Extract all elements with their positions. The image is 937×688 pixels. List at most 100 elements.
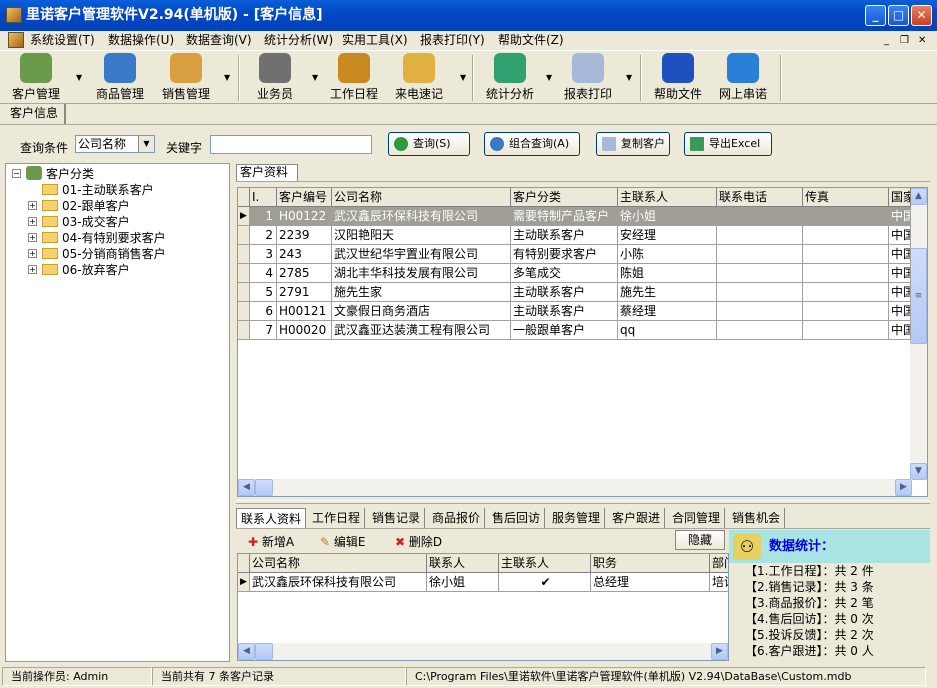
- column-header[interactable]: 公司名称: [250, 554, 427, 573]
- detail-tab[interactable]: 工作日程: [308, 508, 366, 528]
- toolbar-button-help[interactable]: 帮助文件: [650, 53, 706, 103]
- detail-tab[interactable]: 销售记录: [368, 508, 426, 528]
- detail-tab[interactable]: 客户跟进: [608, 508, 666, 528]
- tree-item[interactable]: +06-放弃客户: [28, 262, 130, 278]
- toolbar-button-cabinet[interactable]: 商品管理: [92, 53, 148, 103]
- mdi-restore-button[interactable]: ❐: [900, 31, 909, 50]
- expand-icon[interactable]: +: [28, 233, 37, 242]
- column-header[interactable]: 客户分类: [511, 188, 618, 207]
- toolbar-button-piechart[interactable]: 统计分析: [482, 53, 538, 103]
- column-header[interactable]: I.: [250, 188, 277, 207]
- combo-query-button[interactable]: 组合查询(A): [484, 132, 580, 156]
- hscroll-thumb[interactable]: [255, 479, 273, 496]
- tab-customer-data[interactable]: 客户资料: [236, 164, 298, 181]
- splitter[interactable]: [236, 500, 930, 504]
- contact-row[interactable]: ▶武汉鑫辰环保科技有限公司徐小姐✔总经理培训: [238, 573, 728, 592]
- close-button[interactable]: ✕: [911, 5, 932, 26]
- scroll-up-icon[interactable]: ▲: [910, 188, 927, 205]
- expand-icon[interactable]: +: [28, 217, 37, 226]
- toolbar-button-ie[interactable]: 网上串诺: [712, 53, 774, 103]
- table-row[interactable]: 6H00121文豪假日商务酒店主动联系客户蔡经理 中国: [238, 302, 912, 321]
- contact-hscrollbar[interactable]: ◀ ▶: [238, 643, 728, 660]
- detail-tab[interactable]: 联系人资料: [236, 508, 307, 528]
- detail-tab[interactable]: 服务管理: [548, 508, 606, 528]
- table-row[interactable]: 52791施先生家主动联系客户施先生 中国: [238, 283, 912, 302]
- column-header[interactable]: 国家: [889, 188, 911, 207]
- tree-root[interactable]: − 客户分类: [12, 166, 94, 182]
- expand-icon[interactable]: +: [28, 201, 37, 210]
- column-header[interactable]: 客户编号: [277, 188, 332, 207]
- export-excel-button[interactable]: 导出Excel: [684, 132, 772, 156]
- query-button[interactable]: 查询(S): [388, 132, 470, 156]
- tree-item[interactable]: +04-有特别要求客户: [28, 230, 166, 246]
- scroll-thumb[interactable]: ≡: [910, 248, 927, 344]
- column-header[interactable]: 主联系人: [499, 554, 591, 573]
- scroll-left-icon[interactable]: ◀: [238, 643, 255, 660]
- scroll-down-icon[interactable]: ▼: [910, 463, 927, 480]
- table-row[interactable]: 7H00020武汉鑫亚达装潢工程有限公司一般跟单客户qq 中国: [238, 321, 912, 340]
- column-header[interactable]: 联系电话: [717, 188, 803, 207]
- hscroll-thumb[interactable]: [255, 643, 273, 660]
- menu-report[interactable]: 报表打印(Y): [420, 31, 485, 50]
- detail-tab[interactable]: 售后回访: [488, 508, 546, 528]
- vertical-scrollbar[interactable]: ▲ ≡ ▼: [910, 188, 927, 480]
- collapse-icon[interactable]: −: [12, 169, 21, 178]
- dropdown-arrow-icon[interactable]: ▼: [312, 73, 318, 82]
- mdi-minimize-button[interactable]: _: [884, 31, 889, 50]
- people-icon: [259, 53, 291, 83]
- table-row[interactable]: 3243武汉世纪华宇置业有限公司有特别要求客户小陈 中国: [238, 245, 912, 264]
- scroll-left-icon[interactable]: ◀: [238, 479, 255, 496]
- scroll-right-icon[interactable]: ▶: [711, 643, 728, 660]
- toolbar-button-people[interactable]: 业务员: [250, 53, 300, 103]
- column-header[interactable]: 主联系人: [618, 188, 717, 207]
- detail-tab[interactable]: 合同管理: [668, 508, 726, 528]
- menu-system[interactable]: 系统设置(T): [30, 31, 95, 50]
- column-header[interactable]: 部门: [710, 554, 728, 573]
- menu-data-ops[interactable]: 数据操作(U): [108, 31, 174, 50]
- tree-item[interactable]: +05-分销商销售客户: [28, 246, 166, 262]
- edit-button[interactable]: ✎ 编辑E: [320, 534, 365, 550]
- column-header[interactable]: 联系人: [427, 554, 499, 573]
- delete-button[interactable]: ✖ 删除D: [395, 534, 442, 550]
- dropdown-arrow-icon[interactable]: ▼: [626, 73, 632, 82]
- table-row[interactable]: 42785湖北丰华科技发展有限公司多笔成交陈姐 中国: [238, 264, 912, 283]
- tree-item[interactable]: +03-成交客户: [28, 214, 130, 230]
- add-button[interactable]: ✚ 新增A: [248, 534, 294, 550]
- copy-customer-button[interactable]: 复制客户: [596, 132, 670, 156]
- minimize-button[interactable]: _: [865, 5, 886, 26]
- scroll-right-icon[interactable]: ▶: [895, 479, 912, 496]
- column-header[interactable]: 公司名称: [332, 188, 511, 207]
- table-row[interactable]: ▶1H00122武汉鑫辰环保科技有限公司需要特制产品客户徐小姐 中国: [238, 207, 912, 226]
- toolbar-button-box[interactable]: 销售管理: [158, 53, 214, 103]
- dropdown-arrow-icon[interactable]: ▼: [76, 73, 82, 82]
- tree-item[interactable]: 01-主动联系客户: [28, 182, 154, 198]
- tab-customer-info[interactable]: 客户信息: [4, 104, 66, 124]
- toolbar-button-notes[interactable]: 来电速记: [394, 53, 444, 103]
- expand-icon[interactable]: +: [28, 249, 37, 258]
- column-header[interactable]: 传真: [803, 188, 889, 207]
- dropdown-arrow-icon[interactable]: ▼: [546, 73, 552, 82]
- main-contact-checkbox[interactable]: ✔: [499, 573, 591, 592]
- chevron-down-icon[interactable]: ▼: [138, 136, 154, 152]
- condition-select[interactable]: 公司名称 ▼: [75, 135, 155, 153]
- toolbar-button-schedule[interactable]: 工作日程: [326, 53, 382, 103]
- menu-stats[interactable]: 统计分析(W): [264, 31, 333, 50]
- expand-icon[interactable]: +: [28, 265, 37, 274]
- menu-tools[interactable]: 实用工具(X): [342, 31, 408, 50]
- column-header[interactable]: 职务: [591, 554, 710, 573]
- toolbar-button-customer[interactable]: 客户管理: [8, 53, 64, 103]
- tree-item[interactable]: +02-跟单客户: [28, 198, 130, 214]
- horizontal-scrollbar[interactable]: ◀ ▶: [238, 479, 912, 496]
- keyword-input[interactable]: [210, 135, 372, 154]
- detail-tab[interactable]: 销售机会: [728, 508, 786, 528]
- toolbar-button-report[interactable]: 报表打印: [560, 53, 616, 103]
- dropdown-arrow-icon[interactable]: ▼: [460, 73, 466, 82]
- menu-help[interactable]: 帮助文件(Z): [498, 31, 564, 50]
- maximize-button[interactable]: □: [888, 5, 909, 26]
- dropdown-arrow-icon[interactable]: ▼: [224, 73, 230, 82]
- table-row[interactable]: 22239汉阳艳阳天主动联系客户安经理 中国: [238, 226, 912, 245]
- mdi-close-button[interactable]: ✕: [918, 31, 926, 50]
- detail-tab[interactable]: 商品报价: [428, 508, 486, 528]
- hide-button[interactable]: 隐藏: [675, 530, 725, 550]
- menu-data-query[interactable]: 数据查询(V): [186, 31, 252, 50]
